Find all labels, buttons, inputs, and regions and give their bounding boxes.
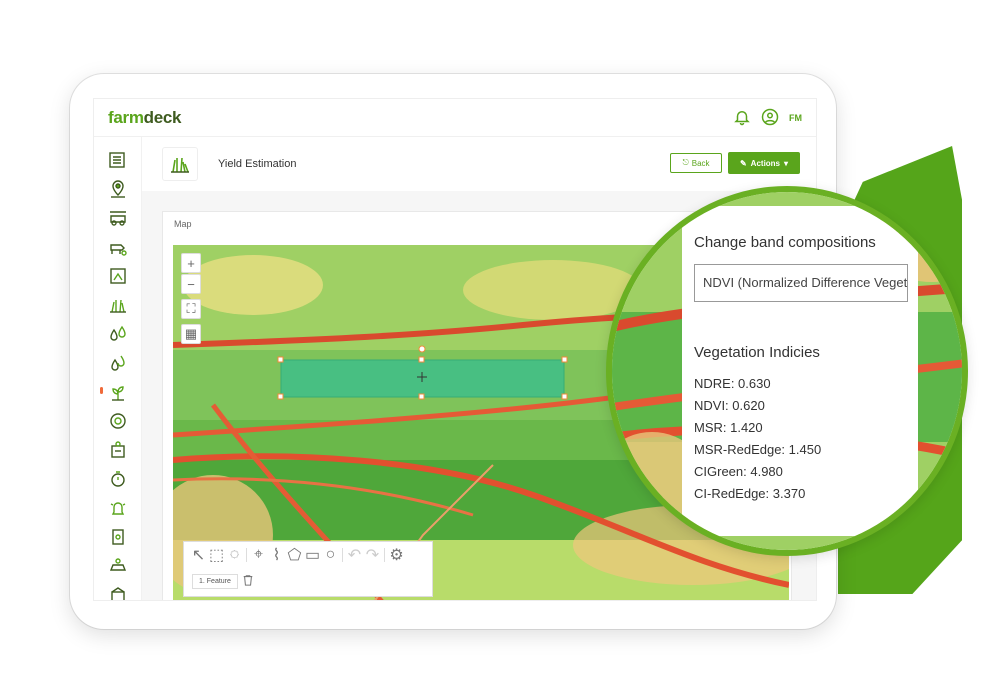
circle-icon[interactable]: ○ <box>324 546 337 563</box>
box-select-icon[interactable]: ⬚ <box>209 547 224 564</box>
back-arrow-icon: ⎋ <box>682 158 689 167</box>
pointer-icon[interactable]: ↖ <box>192 547 205 564</box>
user-initials[interactable]: FM <box>789 113 802 123</box>
indices-list: NDRE: 0.630 NDVI: 0.620 MSR: 1.420 MSR-R… <box>694 376 821 508</box>
crop-area-icon[interactable] <box>107 265 129 287</box>
tool-row: ↖ ⬚ ◌ ⌖ ⌇ ⬠ ▭ ○ ↶ ↷ ⚙ <box>192 546 404 564</box>
bell-icon[interactable] <box>733 108 753 128</box>
back-button[interactable]: ⎋ Back <box>670 153 722 173</box>
top-right-controls: FM <box>733 108 802 128</box>
timer-icon[interactable] <box>107 468 129 490</box>
active-indicator <box>100 387 103 394</box>
logo-text-farm: farm <box>108 108 144 127</box>
feature-chip[interactable]: 1. Feature <box>192 574 238 589</box>
fullscreen-icon[interactable]: ⛶ <box>181 299 201 319</box>
yield-grass-icon <box>162 147 198 181</box>
plant-growth-icon[interactable] <box>107 381 129 403</box>
logo-text-deck: deck <box>143 108 182 127</box>
page-header: Yield Estimation ⎋ Back ✎ Actions ▾ <box>142 137 816 191</box>
marker-icon[interactable]: ⌖ <box>252 546 265 563</box>
actions-label: Actions <box>750 158 781 168</box>
top-bar: farmdeck FM <box>94 99 816 137</box>
sidebar <box>94 137 142 600</box>
zoom-out-button[interactable]: − <box>181 274 201 294</box>
location-icon[interactable] <box>107 178 129 200</box>
chevron-down-icon: ▾ <box>784 158 789 168</box>
storage-icon[interactable] <box>107 583 129 600</box>
map-label: Map <box>174 219 192 229</box>
undo-icon[interactable]: ↶ <box>348 547 361 564</box>
band-panel: Change band compositions NDVI (Normalize… <box>682 206 918 536</box>
droplets-alt-icon[interactable] <box>107 352 129 374</box>
draw-toolbar: ↖ ⬚ ◌ ⌖ ⌇ ⬠ ▭ ○ ↶ ↷ ⚙ 1. Feature <box>183 541 433 597</box>
tractor-icon[interactable] <box>107 207 129 229</box>
band-select[interactable]: NDVI (Normalized Difference Vegetation I… <box>694 264 908 302</box>
target-icon[interactable] <box>107 410 129 432</box>
band-title: Change band compositions <box>694 234 876 251</box>
edit-icon: ✎ <box>739 158 747 168</box>
stage: farmdeck FM Yield Estimation ⎋ Back ✎ Ac… <box>0 0 1004 695</box>
vehicle-icon[interactable] <box>107 555 129 577</box>
trash-icon[interactable] <box>242 574 256 588</box>
settings-icon[interactable]: ⚙ <box>389 547 403 564</box>
weather-station-icon[interactable] <box>107 439 129 461</box>
index-item: NDVI: 0.620 <box>694 398 765 413</box>
polyline-icon[interactable]: ⌇ <box>270 547 283 564</box>
index-item: CI-RedEdge: 3.370 <box>694 486 806 501</box>
grass-icon[interactable] <box>107 294 129 316</box>
vegetation-title: Vegetation Indicies <box>694 344 820 361</box>
divider <box>246 548 247 562</box>
droplets-icon[interactable] <box>107 323 129 345</box>
layers-icon[interactable]: ▦ <box>181 324 201 344</box>
rectangle-icon[interactable]: ▭ <box>305 547 320 564</box>
back-label: Back <box>691 158 710 168</box>
index-item: NDRE: 0.630 <box>694 376 771 391</box>
index-item: MSR: 1.420 <box>694 420 763 435</box>
actions-button[interactable]: ✎ Actions ▾ <box>728 152 800 174</box>
alert-icon[interactable] <box>107 497 129 519</box>
polygon-icon[interactable]: ⬠ <box>288 547 302 564</box>
device-icon[interactable] <box>107 526 129 548</box>
redo-icon[interactable]: ↷ <box>366 547 379 564</box>
user-avatar-icon[interactable] <box>761 108 781 128</box>
index-item: MSR-RedEdge: 1.450 <box>694 442 822 457</box>
zoom-in-button[interactable]: + <box>181 253 201 273</box>
divider <box>342 548 343 562</box>
magnifier-lens: Change band compositions NDVI (Normalize… <box>606 186 968 556</box>
divider <box>384 548 385 562</box>
lasso-icon[interactable]: ◌ <box>228 546 241 563</box>
livestock-icon[interactable] <box>107 236 129 258</box>
farmdeck-logo[interactable]: farmdeck <box>108 108 182 128</box>
index-item: CIGreen: 4.980 <box>694 464 783 479</box>
list-icon[interactable] <box>107 149 129 171</box>
page-title: Yield Estimation <box>218 158 297 170</box>
